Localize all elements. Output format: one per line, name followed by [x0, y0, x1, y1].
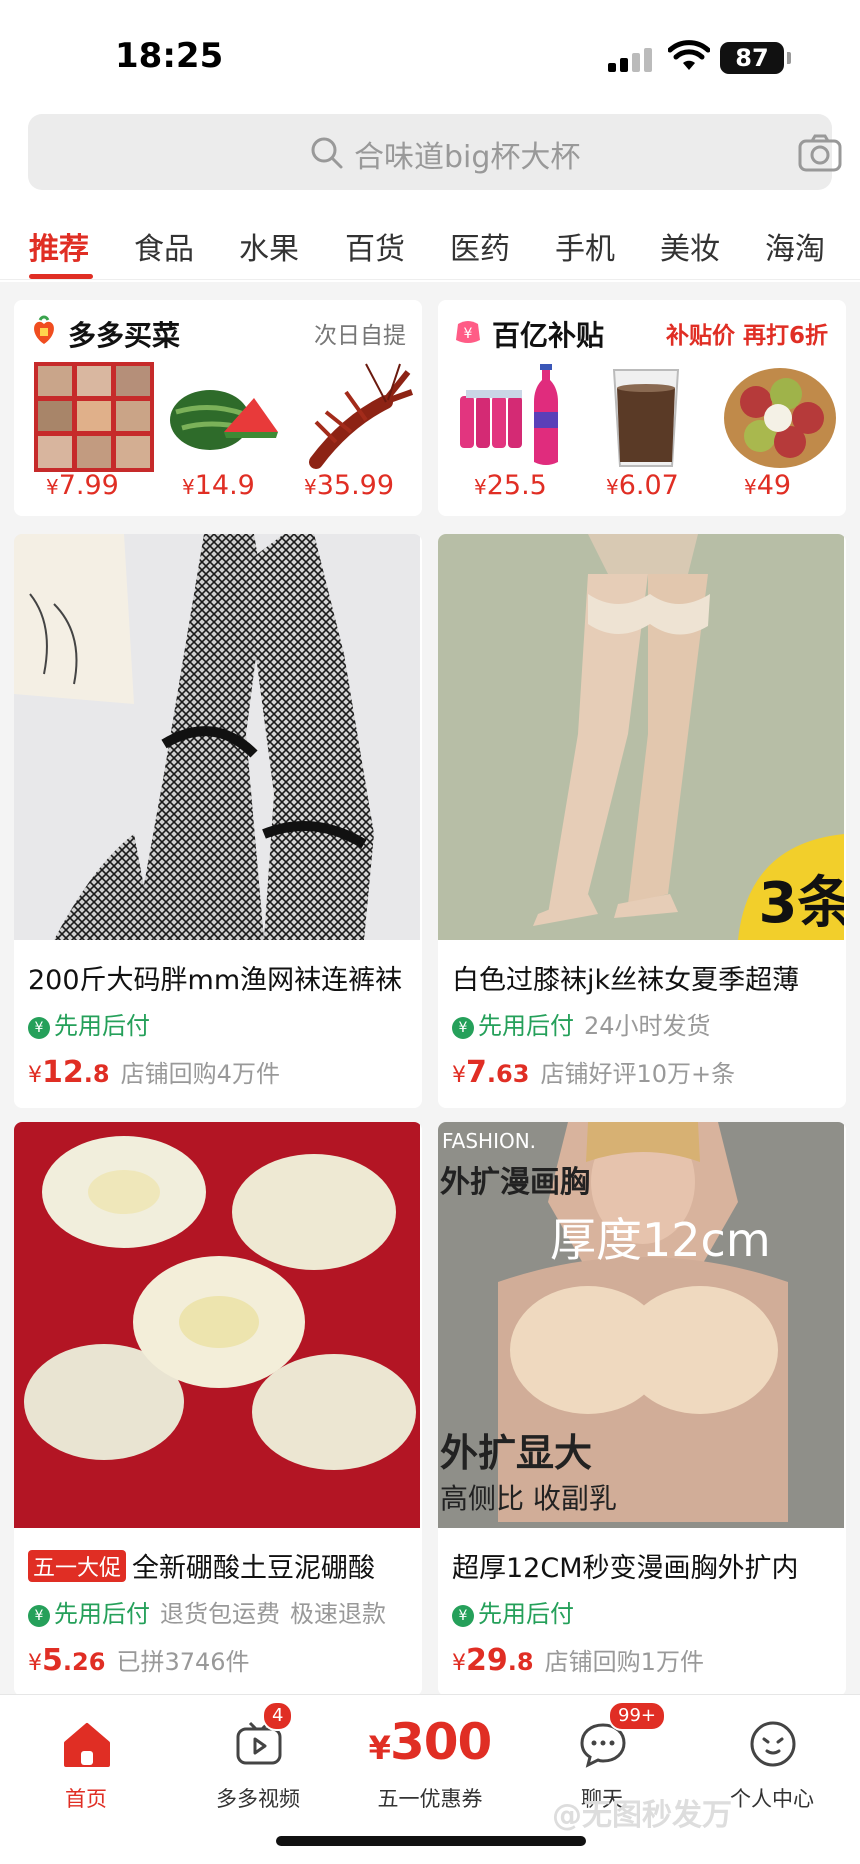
grocery-price-1: ¥7.99: [46, 470, 119, 501]
product-price-row: ¥7.63 店铺好评10万+条: [452, 1054, 735, 1090]
battery-indicator: 87: [720, 42, 791, 74]
watermelon-image: [170, 390, 278, 450]
grocery-price-3: ¥35.99: [304, 470, 395, 501]
tab-food[interactable]: 食品: [134, 224, 194, 268]
subsidy-price-3: ¥49: [744, 470, 792, 501]
product-title: 200斤大码胖mm渔网袜连裤袜: [28, 965, 403, 996]
pay-later-icon: ¥: [28, 1605, 50, 1627]
pay-later-tag: 先用后付: [54, 1600, 150, 1628]
tab-fruit[interactable]: 水果: [239, 224, 299, 268]
nav-label: 五一优惠券: [377, 1787, 483, 1811]
status-time: 18:25: [115, 36, 224, 76]
cellular-signal-icon: [608, 48, 654, 72]
tab-recommend[interactable]: 推荐: [29, 224, 89, 268]
promo-title: 多多买菜: [68, 319, 181, 352]
pay-later-tag: 先用后付: [478, 1600, 574, 1628]
promo-card-grocery[interactable]: 多多买菜 次日自提 ¥7.99 ¥14.9 ¥35.99: [14, 300, 422, 516]
product-title: 五一大促 全新硼酸土豆泥硼酸: [28, 1546, 418, 1585]
svg-text:外扩漫画胸: 外扩漫画胸: [440, 1165, 590, 1200]
produce-tiles-image: [34, 362, 154, 472]
svg-text:¥: ¥: [464, 326, 473, 342]
pay-later-tag: 先用后付: [54, 1012, 150, 1040]
profile-icon: [750, 1721, 796, 1767]
product-price-row: ¥12.8 店铺回购4万件: [28, 1054, 280, 1090]
subsidy-price-2: ¥6.07: [606, 470, 679, 501]
svg-text:厚度12cm: 厚度12cm: [550, 1213, 771, 1267]
svg-text:高侧比 收副乳: 高侧比 收副乳: [440, 1482, 617, 1515]
tab-overseas[interactable]: 海淘: [765, 224, 825, 268]
product-tags: ¥ 先用后付: [28, 1006, 150, 1041]
home-indicator: [276, 1836, 586, 1846]
nav-video[interactable]: 4 多多视频: [188, 1701, 328, 1819]
product-price: ¥12.8: [28, 1055, 110, 1090]
tab-general-goods[interactable]: 百货: [345, 224, 405, 268]
tab-beauty[interactable]: 美妆: [660, 224, 720, 268]
svg-text:FASHION.: FASHION.: [442, 1129, 536, 1153]
product-tags: ¥ 先用后付: [452, 1594, 574, 1629]
product-tags: ¥ 先用后付 退货包运费 极速退款: [28, 1594, 386, 1629]
nav-home[interactable]: 首页: [16, 1709, 156, 1819]
nav-label: 首页: [65, 1787, 107, 1811]
fast-refund-tag: 极速退款: [290, 1600, 386, 1628]
chat-badge: 99+: [608, 1701, 666, 1731]
promo-badge: 五一大促: [28, 1550, 127, 1582]
search-icon: [311, 137, 343, 169]
nav-label: 多多视频: [216, 1787, 300, 1811]
product-title: 超厚12CM秒变漫画胸外扩内: [452, 1553, 799, 1584]
cola-cup-image: [612, 369, 680, 467]
tab-phones[interactable]: 手机: [555, 224, 615, 268]
video-badge: 4: [262, 1701, 294, 1731]
status-bar: 18:25 87: [0, 0, 860, 110]
subsidy-price-1: ¥25.5: [474, 470, 547, 501]
product-price: ¥29.8: [452, 1643, 534, 1678]
shipping-tag: 24小时发货: [584, 1012, 711, 1040]
product-image-lace-stockings: 3条: [438, 534, 844, 940]
pay-later-icon: ¥: [452, 1605, 474, 1627]
category-tabs: 推荐 食品 水果 百货 医药 手机 美妆 海淘: [0, 212, 860, 280]
search-bar[interactable]: 合味道big杯大杯: [28, 114, 842, 190]
product-card[interactable]: 200斤大码胖mm渔网袜连裤袜 ¥ 先用后付 ¥12.8 店铺回购4万件: [14, 534, 422, 1108]
subsidy-logo-icon: ¥: [456, 321, 480, 343]
pay-later-tag: 先用后付: [478, 1012, 574, 1040]
nav-coupon[interactable]: ¥300 五一优惠券: [350, 1709, 510, 1819]
product-tags: ¥ 先用后付 24小时发货: [452, 1006, 711, 1041]
watermark-text: @无图秒发万: [552, 1798, 732, 1833]
return-shipping-tag: 退货包运费: [160, 1600, 280, 1628]
svg-text:外扩显大: 外扩显大: [440, 1431, 592, 1475]
product-price: ¥7.63: [452, 1055, 530, 1090]
search-placeholder: 合味道big杯大杯: [354, 140, 581, 175]
bundle-count-label: 3条: [759, 871, 844, 936]
product-image-padded-bra: FASHION. 外扩漫画胸 厚度12cm 外扩显大 高侧比 收副乳: [438, 1122, 844, 1528]
promo-subtitle: 次日自提: [314, 323, 406, 349]
wifi-icon: [668, 40, 710, 70]
coupon-amount: ¥300: [368, 1713, 493, 1771]
product-image-round-soap-bars: [14, 1122, 420, 1528]
product-sales: 店铺好评10万+条: [540, 1060, 736, 1088]
product-sales: 店铺回购1万件: [544, 1648, 704, 1676]
product-title: 白色过膝袜jk丝袜女夏季超薄: [452, 965, 800, 996]
product-sales: 已拼3746件: [116, 1648, 250, 1676]
promo-title: 百亿补贴: [492, 319, 605, 352]
product-card[interactable]: 五一大促 全新硼酸土豆泥硼酸 ¥ 先用后付 退货包运费 极速退款 ¥5.26 已拼374…: [14, 1122, 422, 1696]
lychee-bowl-image: [724, 368, 836, 468]
product-price: ¥5.26: [28, 1643, 106, 1678]
grocery-logo-icon: [34, 315, 54, 344]
pay-later-icon: ¥: [28, 1017, 50, 1039]
pay-later-icon: ¥: [452, 1017, 474, 1039]
grocery-price-2: ¥14.9: [182, 470, 255, 501]
promo-card-subsidy[interactable]: ¥ 百亿补贴 补贴价 再打6折 ¥25.5 ¥6.07 ¥49: [438, 300, 846, 516]
camera-icon[interactable]: [798, 134, 842, 172]
product-card[interactable]: FASHION. 外扩漫画胸 厚度12cm 外扩显大 高侧比 收副乳 超厚12C…: [438, 1122, 846, 1696]
product-image-fishnet-tights: [14, 534, 420, 940]
promo-subtitle: 补贴价 再打6折: [666, 323, 829, 349]
product-price-row: ¥29.8 店铺回购1万件: [452, 1642, 704, 1678]
product-sales: 店铺回购4万件: [120, 1060, 280, 1088]
product-price-row: ¥5.26 已拼3746件: [28, 1642, 250, 1678]
crayfish-image: [309, 363, 414, 469]
soda-bottles-image: [460, 364, 558, 465]
product-card[interactable]: 3条 白色过膝袜jk丝袜女夏季超薄 ¥ 先用后付 24小时发货 ¥7.63 店铺好评…: [438, 534, 846, 1108]
tab-medicine[interactable]: 医药: [450, 224, 510, 268]
home-icon: [64, 1723, 110, 1767]
active-tab-indicator: [29, 274, 93, 279]
